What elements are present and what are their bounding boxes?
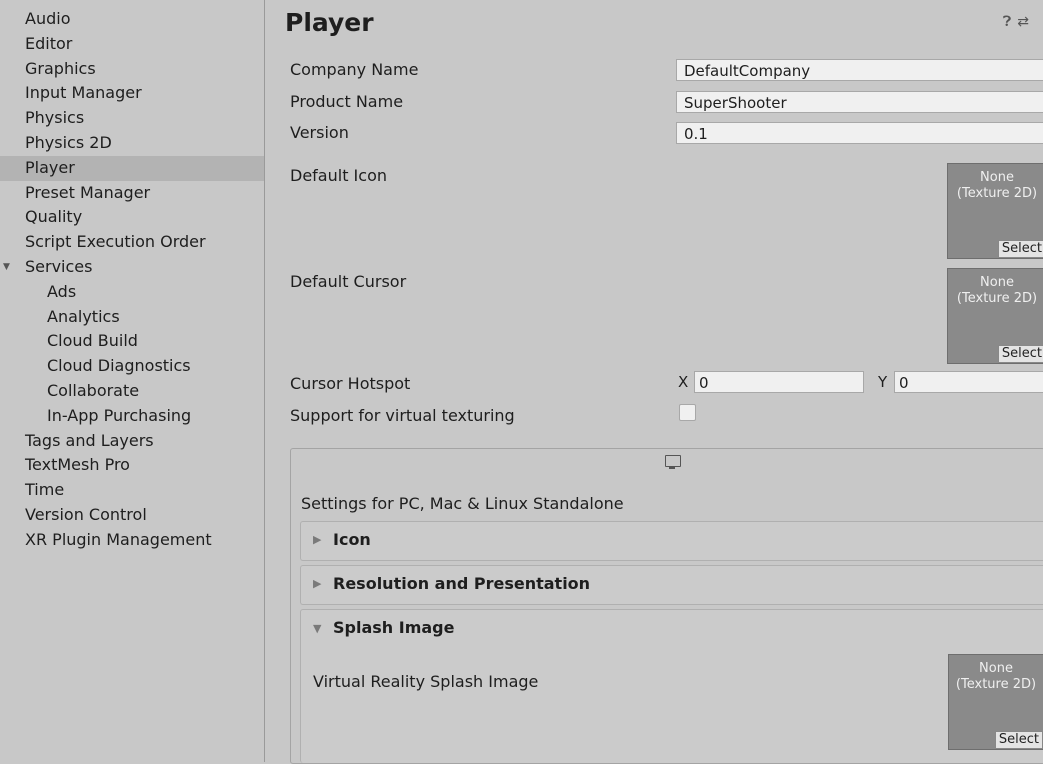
- sidebar-item-physics[interactable]: Physics: [0, 106, 264, 131]
- default-icon-label: Default Icon: [290, 166, 387, 185]
- sidebar-item-tags-and-layers[interactable]: Tags and Layers: [0, 429, 264, 454]
- sidebar-item-graphics[interactable]: Graphics: [0, 57, 264, 82]
- texture-name: None (Texture 2D): [956, 275, 1038, 306]
- sidebar-item-time[interactable]: Time: [0, 478, 264, 503]
- hotspot-x-field[interactable]: 0: [694, 371, 864, 393]
- default-cursor-label: Default Cursor: [290, 272, 407, 291]
- sidebar-item-audio[interactable]: Audio: [0, 7, 264, 32]
- player-settings-panel: Player ❓︎⇄ Company Name DefaultCompany P…: [270, 0, 1043, 764]
- project-settings-sidebar: Audio Editor Graphics Input Manager Phys…: [0, 0, 265, 762]
- sidebar-item-physics-2d[interactable]: Physics 2D: [0, 131, 264, 156]
- hotspot-y-label[interactable]: Y: [878, 373, 887, 391]
- sidebar-item-cloud-build[interactable]: Cloud Build: [0, 329, 264, 354]
- version-label: Version: [290, 123, 349, 142]
- sidebar-item-xr-plugin-management[interactable]: XR Plugin Management: [0, 528, 264, 553]
- sidebar-item-analytics[interactable]: Analytics: [0, 305, 264, 330]
- virtual-texturing-checkbox[interactable]: [679, 404, 696, 421]
- hotspot-y-field[interactable]: 0: [894, 371, 1043, 393]
- foldout-title[interactable]: Splash Image: [333, 618, 454, 637]
- company-name-label: Company Name: [290, 60, 419, 79]
- sidebar-item-editor[interactable]: Editor: [0, 32, 264, 57]
- company-name-field[interactable]: DefaultCompany: [676, 59, 1043, 81]
- texture-name: None (Texture 2D): [955, 661, 1037, 692]
- product-name-field[interactable]: SuperShooter: [676, 91, 1043, 113]
- expand-triangle-icon[interactable]: ▼: [3, 255, 10, 280]
- cursor-hotspot-label: Cursor Hotspot: [290, 374, 411, 393]
- triangle-right-icon: ▶: [313, 577, 322, 590]
- texture-name: None (Texture 2D): [956, 170, 1038, 201]
- triangle-down-icon[interactable]: ▼: [313, 622, 321, 635]
- sidebar-item-quality[interactable]: Quality: [0, 205, 264, 230]
- sidebar-item-preset-manager[interactable]: Preset Manager: [0, 181, 264, 206]
- page-title: Player: [285, 8, 374, 37]
- default-icon-texture-slot[interactable]: None (Texture 2D) Select: [947, 163, 1043, 259]
- settings-sliders-icon[interactable]: ⇄: [1017, 14, 1035, 30]
- sidebar-item-script-execution-order[interactable]: Script Execution Order: [0, 230, 264, 255]
- sidebar-item-ads[interactable]: Ads: [0, 280, 264, 305]
- version-field[interactable]: 0.1: [676, 122, 1043, 144]
- help-icon[interactable]: ❓︎: [1003, 14, 1017, 30]
- sidebar-item-textmesh-pro[interactable]: TextMesh Pro: [0, 453, 264, 478]
- sidebar-item-version-control[interactable]: Version Control: [0, 503, 264, 528]
- virtual-texturing-label: Support for virtual texturing: [290, 406, 515, 425]
- foldout-title: Resolution and Presentation: [333, 574, 591, 593]
- sidebar-item-cloud-diagnostics[interactable]: Cloud Diagnostics: [0, 354, 264, 379]
- default-cursor-select-button[interactable]: Select: [997, 345, 1043, 363]
- vr-splash-texture-slot[interactable]: None (Texture 2D) Select: [948, 654, 1043, 750]
- platform-settings-panel: Settings for PC, Mac & Linux Standalone …: [290, 448, 1043, 764]
- sidebar-item-services[interactable]: ▼ Services: [0, 255, 264, 280]
- hotspot-x-label[interactable]: X: [678, 373, 688, 391]
- triangle-right-icon: ▶: [313, 533, 322, 546]
- product-name-label: Product Name: [290, 92, 404, 111]
- splash-image-foldout: ▼ Splash Image Virtual Reality Splash Im…: [300, 609, 1043, 763]
- sidebar-item-player[interactable]: Player: [0, 155, 264, 181]
- sidebar-item-in-app-purchasing[interactable]: In-App Purchasing: [0, 404, 264, 429]
- icon-foldout[interactable]: ▶ Icon: [300, 521, 1043, 561]
- default-icon-select-button[interactable]: Select: [997, 240, 1043, 258]
- foldout-title: Icon: [333, 530, 371, 549]
- platform-heading: Settings for PC, Mac & Linux Standalone: [301, 494, 624, 513]
- monitor-icon[interactable]: [665, 455, 681, 469]
- sidebar-item-input-manager[interactable]: Input Manager: [0, 81, 264, 106]
- vr-splash-select-button[interactable]: Select: [994, 731, 1043, 749]
- resolution-foldout[interactable]: ▶ Resolution and Presentation: [300, 565, 1043, 605]
- sidebar-item-collaborate[interactable]: Collaborate: [0, 379, 264, 404]
- settings-category-list: Audio Editor Graphics Input Manager Phys…: [0, 0, 264, 553]
- header-icons: ❓︎⇄: [1003, 14, 1035, 30]
- sidebar-item-label: Services: [25, 256, 93, 276]
- default-cursor-texture-slot[interactable]: None (Texture 2D) Select: [947, 268, 1043, 364]
- vr-splash-image-label: Virtual Reality Splash Image: [313, 672, 539, 691]
